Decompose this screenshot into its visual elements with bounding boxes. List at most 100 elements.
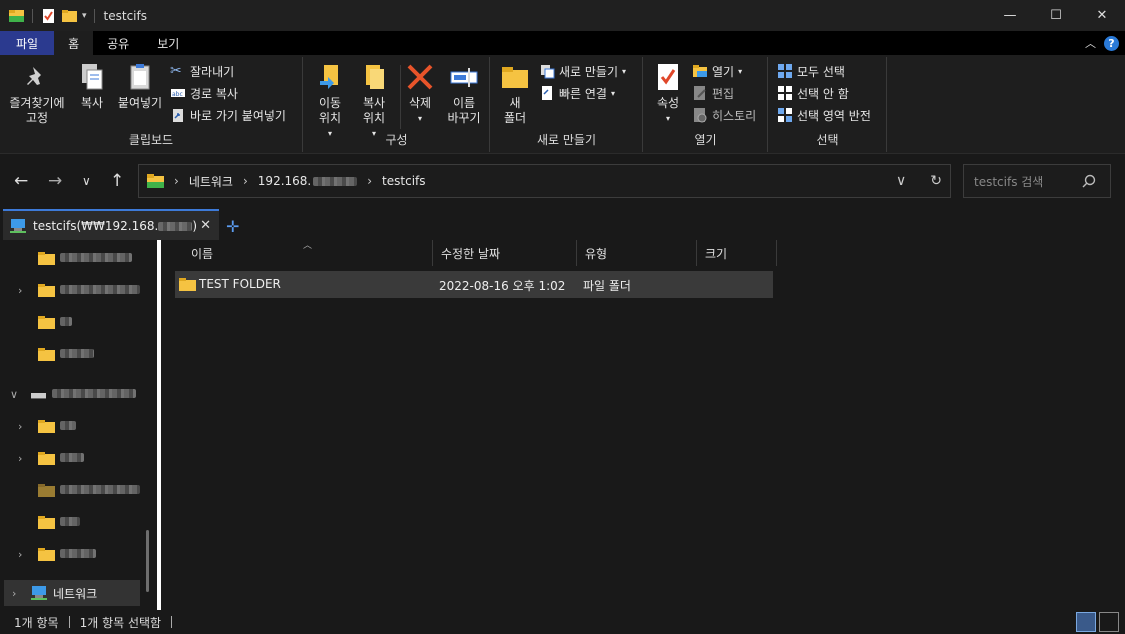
- search-placeholder: testcifs 검색: [974, 174, 1044, 189]
- tree-item-network[interactable]: › 네트워크: [4, 580, 140, 606]
- column-header-name[interactable]: 이름: [183, 240, 433, 266]
- redacted-name: [60, 285, 140, 294]
- copy-path-button[interactable]: abc 경로 복사: [170, 83, 238, 103]
- tab-file[interactable]: 파일: [0, 31, 55, 55]
- paste-shortcut-button[interactable]: 바로 가기 붙여넣기: [170, 105, 286, 125]
- copy-icon: [82, 64, 103, 90]
- folder-icon: [38, 251, 55, 265]
- recent-locations-chevron-icon[interactable]: ∨: [82, 174, 91, 188]
- address-dropdown-icon[interactable]: ∨: [896, 173, 906, 189]
- tree-item[interactable]: [0, 306, 156, 338]
- address-bar[interactable]: › 네트워크 › 192.168. › testcifs ∨ ↻: [138, 164, 951, 198]
- expand-chevron-icon[interactable]: ›: [18, 452, 22, 465]
- maximize-icon[interactable]: ☐: [1033, 0, 1079, 31]
- search-box[interactable]: testcifs 검색: [963, 164, 1111, 198]
- folder-icon: [38, 547, 55, 561]
- folder-icon: [38, 283, 55, 297]
- expand-chevron-icon[interactable]: ›: [18, 420, 22, 433]
- back-arrow-icon[interactable]: ←: [14, 171, 28, 191]
- open-dropdown-icon: ▾: [738, 66, 743, 76]
- easy-access-label: 빠른 연결: [559, 86, 607, 101]
- window-title: testcifs: [103, 8, 147, 23]
- move-to-button[interactable]: 이동 위치 ▾: [308, 61, 352, 141]
- new-folder-button[interactable]: 새 폴더: [497, 61, 533, 126]
- search-icon[interactable]: [1082, 174, 1096, 188]
- refresh-icon[interactable]: ↻: [930, 173, 942, 189]
- column-header-type[interactable]: 유형: [577, 240, 697, 266]
- redacted-name: [60, 317, 72, 326]
- minimize-icon[interactable]: —: [987, 0, 1033, 31]
- collapse-ribbon-icon[interactable]: ︿: [1085, 35, 1096, 51]
- nav-pane-scrollbar[interactable]: [146, 530, 149, 592]
- copy-path-icon: abc: [171, 89, 185, 98]
- expand-chevron-icon[interactable]: ›: [18, 284, 22, 297]
- select-none-button[interactable]: 선택 안 함: [777, 83, 849, 103]
- redacted-ip: [313, 177, 358, 186]
- open-button[interactable]: 열기 ▾: [692, 61, 742, 81]
- delete-dropdown-icon: ▾: [417, 114, 422, 123]
- redacted-name: [52, 389, 136, 398]
- redacted-ip: [158, 221, 193, 231]
- collapse-chevron-icon[interactable]: ∨: [10, 388, 18, 401]
- tree-item[interactable]: [0, 242, 156, 274]
- tree-item[interactable]: ›: [0, 442, 156, 474]
- delete-label: 삭제: [408, 96, 432, 110]
- tree-item[interactable]: [0, 506, 156, 538]
- help-icon[interactable]: ?: [1104, 35, 1119, 51]
- paste-button[interactable]: 붙여넣기: [114, 61, 166, 111]
- tab-share[interactable]: 공유: [93, 31, 143, 55]
- up-arrow-icon[interactable]: ↑: [110, 171, 124, 191]
- tree-item[interactable]: ›: [0, 274, 156, 306]
- select-all-label: 모두 선택: [797, 64, 845, 79]
- select-none-label: 선택 안 함: [797, 86, 849, 101]
- tree-item[interactable]: ›: [0, 538, 156, 570]
- redacted-name: [60, 517, 80, 526]
- breadcrumb-host[interactable]: 192.168.: [258, 174, 358, 188]
- copy-to-button[interactable]: 복사 위치 ▾: [352, 61, 396, 141]
- column-header-date[interactable]: 수정한 날짜: [433, 240, 577, 266]
- expand-chevron-icon[interactable]: ›: [18, 548, 22, 561]
- copy-button[interactable]: 복사: [72, 61, 112, 111]
- new-folder-icon[interactable]: [61, 7, 78, 24]
- properties-icon[interactable]: [40, 7, 57, 24]
- group-new: 새 폴더 새로 만들기 ▾ 빠른 연결 ▾ 새로 만들기: [491, 57, 643, 152]
- qat-dropdown-icon[interactable]: ▾: [82, 11, 87, 21]
- organize-separator: [400, 65, 401, 129]
- tree-item[interactable]: [0, 338, 156, 370]
- details-view-icon[interactable]: [1076, 612, 1096, 632]
- close-tab-icon[interactable]: ✕: [200, 218, 211, 233]
- close-icon[interactable]: ✕: [1079, 0, 1125, 31]
- cut-button[interactable]: ✂ 잘라내기: [170, 61, 234, 81]
- forward-arrow-icon[interactable]: →: [48, 171, 62, 191]
- breadcrumb-share[interactable]: testcifs: [382, 174, 425, 188]
- column-header-size[interactable]: 크기: [697, 240, 777, 266]
- tree-item-drive[interactable]: ∨: [0, 378, 156, 410]
- new-tab-icon[interactable]: ✛: [226, 217, 239, 236]
- quick-access-toolbar: ▾: [0, 7, 98, 24]
- tree-item[interactable]: [0, 474, 156, 506]
- pin-quick-access-button[interactable]: 즐겨찾기에 고정: [6, 61, 68, 126]
- invert-selection-button[interactable]: 선택 영역 반전: [777, 105, 871, 125]
- location-folder-icon: [147, 173, 164, 188]
- select-all-button[interactable]: 모두 선택: [777, 61, 845, 81]
- edit-label: 편집: [712, 86, 735, 101]
- tab-view[interactable]: 보기: [143, 31, 193, 55]
- new-item-button[interactable]: 새로 만들기 ▾: [539, 61, 626, 81]
- rename-button[interactable]: 이름 바꾸기: [442, 61, 486, 126]
- delete-button[interactable]: 삭제 ▾: [402, 61, 438, 126]
- new-item-icon: [541, 65, 555, 79]
- new-group-label: 새로 만들기: [536, 133, 596, 147]
- tab-home[interactable]: 홈: [54, 31, 94, 55]
- large-icons-view-icon[interactable]: [1099, 612, 1119, 632]
- history-button[interactable]: 히스토리: [692, 105, 756, 125]
- tree-item[interactable]: ›: [0, 410, 156, 442]
- tab-testcifs[interactable]: testcifs(₩₩192.168.) ✕: [3, 209, 219, 240]
- folder-icon: [38, 515, 55, 529]
- expand-chevron-icon[interactable]: ›: [12, 587, 16, 600]
- easy-access-button[interactable]: 빠른 연결 ▾: [539, 83, 615, 103]
- pin-icon: [27, 67, 41, 85]
- breadcrumb-network[interactable]: 네트워크: [189, 173, 233, 190]
- properties-button[interactable]: 속성 ▾: [648, 61, 688, 126]
- edit-button[interactable]: 편집: [692, 83, 734, 103]
- table-row[interactable]: TEST FOLDER 2022-08-16 오후 1:02 파일 폴더: [175, 271, 773, 298]
